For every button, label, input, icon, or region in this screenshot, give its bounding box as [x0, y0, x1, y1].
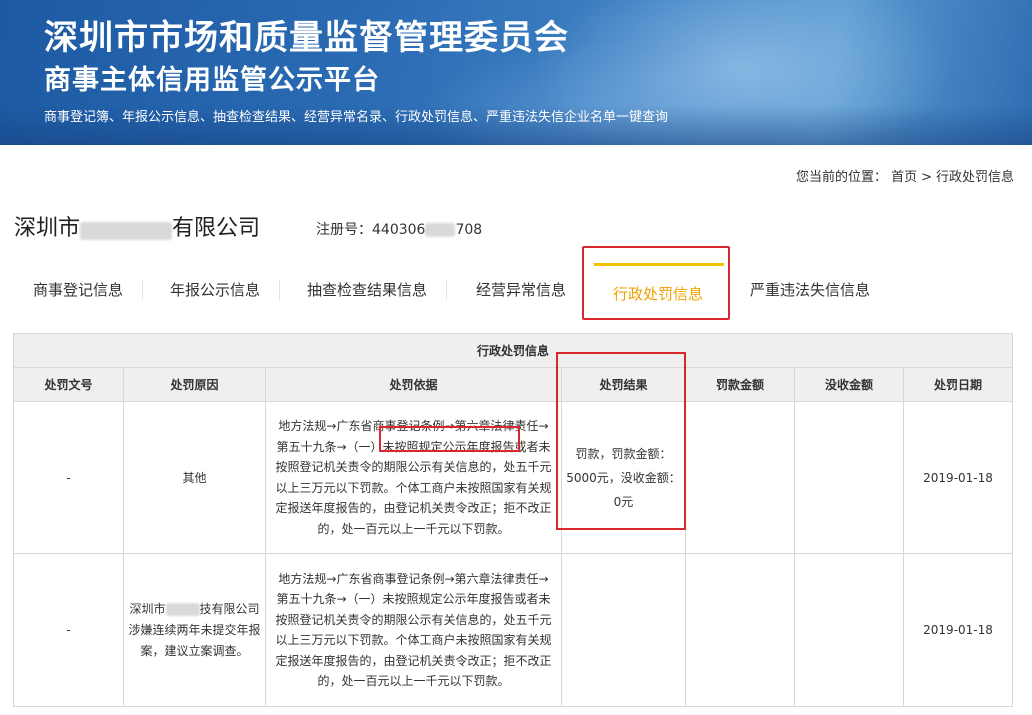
reg-label: 注册号：	[316, 222, 372, 238]
breadcrumb-home-link[interactable]: 首页	[891, 170, 917, 185]
tab-business-registration[interactable]: 商事登记信息	[33, 265, 144, 315]
cell-basis: 地方法规→广东省商事登记条例→第六章法律责任→ 第五十九条→（一）未按照规定公示…	[265, 401, 562, 554]
banner-quick-query-text: 商事登记簿、年报公示信息、抽查检查结果、经营异常名录、行政处罚信息、严重违法失信…	[44, 110, 669, 125]
reason-line: 深圳市 技有限公司	[124, 599, 265, 620]
breadcrumb: 您当前的位置： 首页 > 行政处罚信息	[796, 166, 1014, 185]
registration-number: 注册号：440306 708	[316, 219, 482, 239]
site-subtitle: 商事主体信用监管公示平台	[44, 65, 380, 96]
reason-line: 涉嫌连续两年未提交年报	[128, 622, 261, 637]
basis-line: 以上三万元以下罚款。个体工商户未按照国家有关规	[275, 480, 552, 495]
cell-date: 2019-01-18	[902, 553, 1014, 707]
penalty-table: 行政处罚信息 处罚文号 处罚原因 处罚依据 处罚结果 罚款金额 没收金额 处罚日…	[12, 333, 1014, 707]
basis-line: 的，处一百元以上一千元以下罚款。	[317, 674, 510, 688]
cell-confiscation	[794, 401, 904, 554]
cell-doc-no: -	[13, 401, 124, 554]
cell-basis: 地方法规→广东省商事登记条例→第六章法律责任→ 第五十九条→（一）未按照规定公示…	[265, 553, 562, 707]
column-header: 罚款金额	[685, 367, 795, 402]
table-row: - 其他 地方法规→广东省商事登记条例→第六章法律责任→ 第五十九条→（一）未按…	[13, 401, 1014, 554]
column-header: 处罚依据	[265, 367, 562, 402]
reg-suffix: 708	[455, 222, 483, 238]
table-header-row: 处罚文号 处罚原因 处罚依据 处罚结果 罚款金额 没收金额 处罚日期	[13, 367, 1014, 402]
tab-abnormal-operations[interactable]: 经营异常信息	[476, 265, 566, 315]
highlight-box-result	[556, 352, 686, 530]
breadcrumb-separator: >	[921, 170, 932, 185]
tab-annual-report[interactable]: 年报公示信息	[170, 265, 281, 315]
redacted-name	[165, 602, 200, 616]
tab-serious-violations[interactable]: 严重违法失信信息	[750, 265, 870, 315]
basis-line: 按照登记机关责令的期限公示有关信息的，处五千元	[275, 612, 552, 627]
cell-reason: 深圳市 技有限公司 涉嫌连续两年未提交年报 案，建议立案调查。	[123, 553, 266, 707]
column-header: 处罚文号	[13, 367, 124, 402]
column-header: 处罚日期	[902, 367, 1014, 402]
company-header: 深圳市 有限公司	[14, 210, 260, 242]
cell-result	[561, 553, 686, 707]
breadcrumb-current: 行政处罚信息	[935, 170, 1014, 185]
basis-line: 以上三万元以下罚款。个体工商户未按照国家有关规	[275, 633, 552, 647]
header-banner: 深圳市市场和质量监督管理委员会 商事主体信用监管公示平台 商事登记簿、年报公示信…	[0, 0, 1032, 145]
site-title: 深圳市市场和质量监督管理委员会	[44, 18, 569, 58]
cell-fine	[685, 401, 795, 554]
company-name-prefix: 深圳市	[14, 216, 81, 241]
breadcrumb-label: 您当前的位置：	[796, 170, 888, 185]
reason-text: 深圳市	[129, 601, 166, 616]
redacted-name	[80, 221, 173, 240]
tab-bar: 商事登记信息 年报公示信息 抽查检查结果信息 经营异常信息 行政处罚信息 严重违…	[0, 265, 1032, 315]
basis-line: 定报送年度报告的，由登记机关责令改正；拒不改正	[275, 501, 552, 515]
table-caption: 行政处罚信息	[12, 333, 1014, 368]
cell-reason: 其他	[123, 401, 266, 554]
highlight-box-tab	[582, 246, 730, 320]
basis-line: 的，处一百元以上一千元以下罚款。	[317, 521, 510, 536]
column-header: 没收金额	[794, 367, 904, 402]
cell-fine	[685, 553, 795, 707]
reason-text: 技有限公司	[199, 601, 260, 616]
cell-confiscation	[794, 553, 904, 707]
highlight-box-basis	[379, 426, 520, 452]
cell-doc-no: -	[13, 553, 124, 707]
tab-inspection-results[interactable]: 抽查检查结果信息	[307, 265, 448, 315]
cell-date: 2019-01-18	[902, 401, 1014, 554]
column-header: 处罚原因	[123, 367, 266, 402]
basis-line: 地方法规→广东省商事登记条例→第六章法律责任→	[278, 571, 549, 586]
redacted-reg	[425, 223, 456, 237]
reason-line: 案，建议立案调查。	[140, 643, 249, 658]
basis-line: 定报送年度报告的，由登记机关责令改正；拒不改正	[275, 653, 552, 668]
basis-line: 第五十九条→（一）未按照规定公示年度报告或者未	[276, 592, 551, 606]
company-name-suffix: 有限公司	[172, 216, 261, 241]
basis-line: 按照登记机关责令的期限公示有关信息的，处五千元	[275, 460, 552, 474]
reg-prefix: 440306	[372, 222, 426, 238]
table-row: - 深圳市 技有限公司 涉嫌连续两年未提交年报 案，建议立案调查。 地方法规→广东…	[13, 553, 1014, 707]
